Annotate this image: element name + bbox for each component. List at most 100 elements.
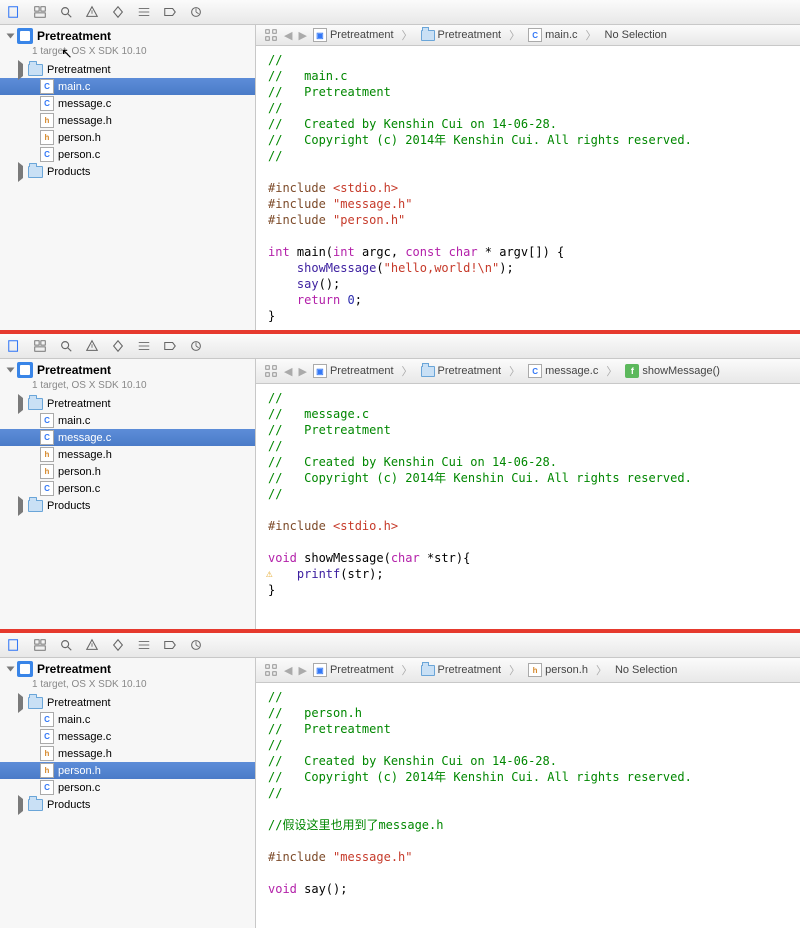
file-person-h[interactable]: hperson.h (0, 762, 255, 779)
warning-icon[interactable]: ⚠ (266, 566, 273, 582)
crumb-file[interactable]: hperson.h (528, 663, 588, 677)
project-name: Pretreatment (37, 29, 111, 43)
debug-navigator-icon[interactable] (136, 338, 152, 354)
crumb-folder[interactable]: Pretreatment (421, 365, 502, 377)
file-main-c[interactable]: Cmain.c (0, 412, 255, 429)
issue-navigator-icon[interactable] (84, 338, 100, 354)
report-navigator-icon[interactable] (188, 637, 204, 653)
file-navigator-icon[interactable] (6, 4, 22, 20)
xcode-project-icon: ▣ (313, 663, 327, 677)
chevron-icon: 〉 (402, 27, 413, 43)
breakpoint-navigator-icon[interactable] (162, 637, 178, 653)
crumb-file[interactable]: Cmessage.c (528, 364, 598, 378)
disclosure-triangle-icon[interactable] (18, 496, 23, 516)
folder-icon (421, 30, 435, 41)
folder-icon (28, 500, 43, 512)
related-items-icon[interactable] (264, 28, 278, 42)
report-navigator-icon[interactable] (188, 4, 204, 20)
file-person-h[interactable]: hperson.h (0, 463, 255, 480)
crumb-selection[interactable]: No Selection (605, 29, 667, 41)
back-icon[interactable]: ◀ (284, 664, 292, 677)
breakpoint-navigator-icon[interactable] (162, 338, 178, 354)
disclosure-triangle-icon[interactable] (18, 795, 23, 815)
c-file-icon: C (40, 481, 54, 496)
navigator-toolbar (0, 0, 800, 25)
disclosure-triangle-icon[interactable] (18, 60, 23, 80)
file-message-h[interactable]: hmessage.h (0, 112, 255, 129)
h-file-icon: h (40, 763, 54, 778)
issue-navigator-icon[interactable] (84, 4, 100, 20)
disclosure-triangle-icon[interactable] (18, 162, 23, 182)
source-editor[interactable]: // // main.c // Pretreatment // // Creat… (256, 46, 800, 330)
folder-icon (28, 398, 43, 410)
source-editor[interactable]: // // person.h // Pretreatment // // Cre… (256, 683, 800, 928)
file-navigator-icon[interactable] (6, 338, 22, 354)
folder-pretreatment[interactable]: Pretreatment (0, 395, 255, 412)
search-icon[interactable] (58, 637, 74, 653)
forward-icon[interactable]: ▶ (298, 365, 306, 378)
crumb-project[interactable]: ▣Pretreatment (313, 364, 394, 378)
chevron-icon: 〉 (402, 662, 413, 678)
project-row[interactable]: Pretreatment (0, 359, 255, 381)
xcode-project-icon (17, 661, 33, 677)
test-navigator-icon[interactable] (110, 4, 126, 20)
symbol-navigator-icon[interactable] (32, 338, 48, 354)
folder-products[interactable]: Products (0, 796, 255, 813)
file-navigator-icon[interactable] (6, 637, 22, 653)
project-subtitle: 1 target, OS X SDK 10.10 (0, 380, 255, 391)
file-message-c[interactable]: Cmessage.c (0, 95, 255, 112)
source-editor[interactable]: // // message.c // Pretreatment // // Cr… (256, 384, 800, 629)
forward-icon[interactable]: ▶ (298, 664, 306, 677)
symbol-navigator-icon[interactable] (32, 637, 48, 653)
disclosure-triangle-icon[interactable] (7, 667, 15, 672)
project-row[interactable]: Pretreatment (0, 25, 255, 47)
folder-icon (421, 366, 435, 377)
disclosure-triangle-icon[interactable] (18, 693, 23, 713)
related-items-icon[interactable] (264, 364, 278, 378)
file-person-c[interactable]: Cperson.c (0, 779, 255, 796)
file-person-c[interactable]: Cperson.c (0, 146, 255, 163)
disclosure-triangle-icon[interactable] (7, 34, 15, 39)
folder-pretreatment[interactable]: Pretreatment (0, 694, 255, 711)
debug-navigator-icon[interactable] (136, 4, 152, 20)
back-icon[interactable]: ◀ (284, 365, 292, 378)
file-main-c[interactable]: Cmain.c (0, 711, 255, 728)
jump-bar: ◀ ▶ ▣Pretreatment 〉 Pretreatment 〉 Cmess… (256, 359, 800, 384)
related-items-icon[interactable] (264, 663, 278, 677)
disclosure-triangle-icon[interactable] (18, 394, 23, 414)
c-file-icon: C (40, 780, 54, 795)
crumb-project[interactable]: ▣Pretreatment (313, 28, 394, 42)
project-row[interactable]: Pretreatment (0, 658, 255, 680)
file-main-c[interactable]: Cmain.c (0, 78, 255, 95)
forward-icon[interactable]: ▶ (298, 29, 306, 42)
xcode-project-icon: ▣ (313, 364, 327, 378)
project-name: Pretreatment (37, 662, 111, 676)
search-icon[interactable] (58, 338, 74, 354)
file-person-h[interactable]: hperson.h (0, 129, 255, 146)
crumb-selection[interactable]: No Selection (615, 664, 677, 676)
search-icon[interactable] (58, 4, 74, 20)
crumb-file[interactable]: Cmain.c (528, 28, 577, 42)
back-icon[interactable]: ◀ (284, 29, 292, 42)
debug-navigator-icon[interactable] (136, 637, 152, 653)
crumb-folder[interactable]: Pretreatment (421, 664, 502, 676)
crumb-function[interactable]: fshowMessage() (625, 364, 720, 378)
symbol-navigator-icon[interactable] (32, 4, 48, 20)
file-person-c[interactable]: Cperson.c (0, 480, 255, 497)
folder-pretreatment[interactable]: Pretreatment (0, 61, 255, 78)
file-message-h[interactable]: hmessage.h (0, 745, 255, 762)
test-navigator-icon[interactable] (110, 637, 126, 653)
disclosure-triangle-icon[interactable] (7, 368, 15, 373)
crumb-folder[interactable]: Pretreatment (421, 29, 502, 41)
crumb-project[interactable]: ▣Pretreatment (313, 663, 394, 677)
file-message-c[interactable]: Cmessage.c (0, 429, 255, 446)
test-navigator-icon[interactable] (110, 338, 126, 354)
file-message-h[interactable]: hmessage.h (0, 446, 255, 463)
breakpoint-navigator-icon[interactable] (162, 4, 178, 20)
function-icon: f (625, 364, 639, 378)
report-navigator-icon[interactable] (188, 338, 204, 354)
file-message-c[interactable]: Cmessage.c (0, 728, 255, 745)
folder-products[interactable]: Products (0, 163, 255, 180)
issue-navigator-icon[interactable] (84, 637, 100, 653)
folder-products[interactable]: Products (0, 497, 255, 514)
